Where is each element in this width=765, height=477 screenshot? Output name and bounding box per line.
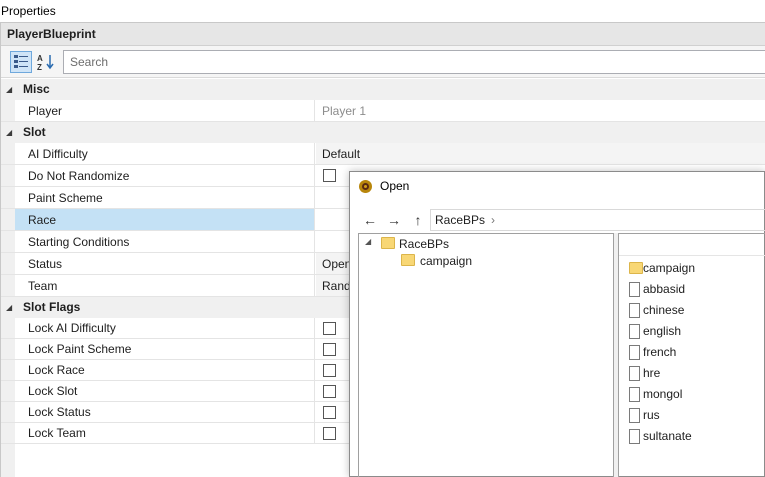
lock-race-checkbox[interactable] (323, 364, 336, 377)
category-label: Misc (23, 82, 50, 96)
category-label: Slot (23, 125, 46, 139)
lock-status-checkbox[interactable] (323, 406, 336, 419)
window-title: Properties (0, 0, 765, 22)
categorized-view-button[interactable] (10, 51, 32, 73)
do-not-randomize-checkbox[interactable] (323, 169, 336, 182)
file-item-label: mongol (643, 387, 683, 401)
property-row-ai-difficulty[interactable]: AI Difficulty Default (1, 143, 765, 165)
file-icon (629, 408, 640, 423)
file-list-header (619, 234, 765, 256)
file-item-french[interactable]: french (629, 342, 676, 363)
property-name: Player (15, 100, 315, 121)
tree-item-label: campaign (420, 254, 473, 268)
property-name: Lock Race (15, 360, 315, 380)
lock-slot-checkbox[interactable] (323, 385, 336, 398)
search-input[interactable] (63, 50, 765, 74)
lock-ai-difficulty-checkbox[interactable] (323, 322, 336, 335)
folder-tree: ◢ RaceBPs campaign (358, 233, 614, 477)
property-name: Lock Slot (15, 381, 315, 401)
file-icon (629, 387, 640, 402)
property-name: Do Not Randomize (15, 165, 315, 186)
property-name: AI Difficulty (15, 143, 315, 164)
file-item-label: sultanate (643, 429, 692, 443)
property-name: Lock Status (15, 402, 315, 422)
address-path[interactable]: RaceBPs (435, 213, 485, 227)
back-arrow-icon[interactable]: ← (361, 210, 379, 230)
alphabetical-sort-button[interactable]: A Z (35, 51, 57, 73)
property-name: Paint Scheme (15, 187, 315, 208)
file-icon (629, 366, 640, 381)
file-item-label: rus (643, 408, 660, 422)
dialog-title: Open (380, 179, 410, 193)
sort-az-icon: A Z (37, 54, 54, 72)
tree-item-label: RaceBPs (399, 237, 450, 251)
file-icon (629, 324, 640, 339)
lock-paint-scheme-checkbox[interactable] (323, 343, 336, 356)
lock-team-checkbox[interactable] (323, 427, 336, 440)
file-item-abbasid[interactable]: abbasid (629, 279, 685, 300)
tree-item-campaign[interactable]: campaign (401, 252, 472, 270)
file-item-label: campaign (643, 261, 696, 275)
up-arrow-icon[interactable]: ↑ (409, 210, 427, 230)
property-name: Status (15, 253, 315, 274)
open-dialog: Open ← → ↑ RaceBPs › ◢ RaceBPs campaign c… (349, 171, 765, 477)
svg-text:Z: Z (37, 63, 42, 72)
file-icon (629, 345, 640, 360)
blueprint-title: PlayerBlueprint (1, 23, 765, 46)
collapse-triangle-icon[interactable]: ◢ (6, 297, 12, 318)
breadcrumb-chevron-icon[interactable]: › (491, 213, 495, 227)
file-item-label: abbasid (643, 282, 686, 296)
property-name: Team (15, 275, 315, 296)
property-name: Race (15, 209, 315, 230)
property-name: Lock Paint Scheme (15, 339, 315, 359)
file-icon (629, 303, 640, 318)
collapse-triangle-icon[interactable]: ◢ (6, 79, 12, 100)
folder-icon (629, 262, 643, 274)
address-bar[interactable]: RaceBPs › (430, 209, 765, 231)
file-item-rus[interactable]: rus (629, 405, 660, 426)
file-icon (629, 282, 640, 297)
collapse-triangle-icon[interactable]: ◢ (6, 122, 12, 143)
property-toolbar: A Z (1, 46, 765, 78)
file-icon (629, 429, 640, 444)
file-item-label: chinese (643, 303, 685, 317)
property-value: Player 1 (322, 104, 367, 118)
folder-icon (381, 237, 395, 249)
property-name: Lock AI Difficulty (15, 318, 315, 338)
property-row-player[interactable]: Player Player 1 (1, 100, 765, 122)
categorized-list-icon (14, 55, 28, 68)
expand-triangle-icon[interactable]: ◢ (365, 237, 371, 246)
folder-icon (401, 254, 415, 266)
file-item-chinese[interactable]: chinese (629, 300, 684, 321)
tree-item-racebps[interactable]: RaceBPs (381, 235, 449, 253)
file-item-label: hre (643, 366, 661, 380)
file-item-mongol[interactable]: mongol (629, 384, 682, 405)
svg-text:A: A (37, 54, 43, 63)
file-item-english[interactable]: english (629, 321, 681, 342)
ai-difficulty-dropdown[interactable]: Default (316, 143, 765, 164)
file-list: campaign abbasid chinese english french hre mo… (618, 233, 765, 477)
property-name: Starting Conditions (15, 231, 315, 252)
forward-arrow-icon[interactable]: → (385, 210, 403, 230)
file-item-label: english (643, 324, 682, 338)
file-item-hre[interactable]: hre (629, 363, 660, 384)
category-label: Slot Flags (23, 300, 81, 314)
file-item-label: french (643, 345, 677, 359)
file-item-campaign[interactable]: campaign (629, 258, 695, 279)
file-item-sultanate[interactable]: sultanate (629, 426, 692, 447)
category-slot[interactable]: ◢ Slot (1, 122, 765, 143)
property-name: Lock Team (15, 423, 315, 443)
category-misc[interactable]: ◢ Misc (1, 79, 765, 100)
